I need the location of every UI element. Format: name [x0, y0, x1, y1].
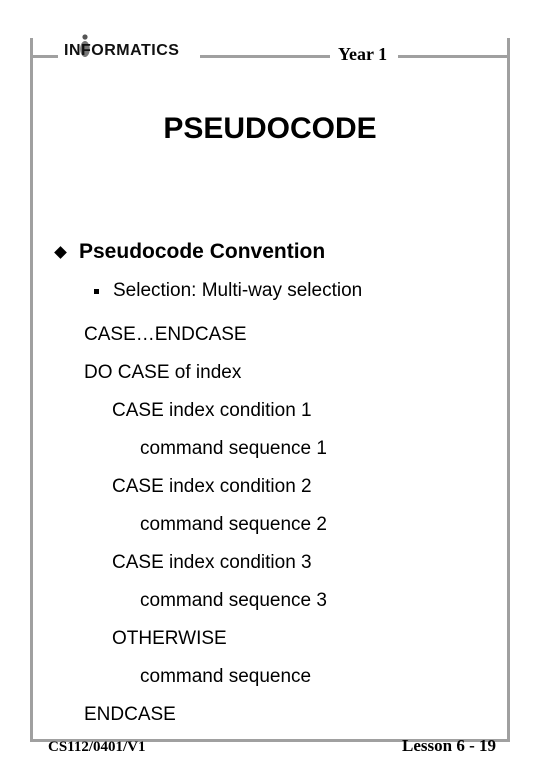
rule-segment — [200, 55, 330, 58]
brand-label: INFORMATICS — [64, 42, 179, 60]
code-line: OTHERWISE — [112, 620, 496, 658]
code-line: DO CASE of index — [84, 354, 496, 392]
code-line: command sequence 3 — [140, 582, 496, 620]
square-bullet-icon — [94, 289, 99, 294]
course-code: CS112/0401/V1 — [48, 739, 146, 756]
code-line: command sequence 1 — [140, 430, 496, 468]
section-heading: Pseudocode Convention — [79, 240, 325, 264]
year-label: Year 1 — [338, 44, 387, 65]
section-heading-row: Pseudocode Convention — [56, 240, 496, 264]
code-line: CASE index condition 1 — [112, 392, 496, 430]
code-line: CASE index condition 2 — [112, 468, 496, 506]
code-line: CASE…ENDCASE — [84, 316, 496, 354]
diamond-bullet-icon — [54, 246, 67, 259]
code-line: CASE index condition 3 — [112, 544, 496, 582]
code-line: command sequence — [140, 658, 496, 696]
code-line: ENDCASE — [84, 696, 496, 734]
lesson-number: Lesson 6 - 19 — [402, 736, 496, 756]
subsection-text: Selection: Multi-way selection — [113, 280, 362, 302]
pseudocode-block: CASE…ENDCASE DO CASE of index CASE index… — [84, 316, 496, 734]
slide-title: PSEUDOCODE — [0, 112, 540, 146]
rule-segment — [30, 55, 58, 58]
code-line: command sequence 2 — [140, 506, 496, 544]
rule-segment — [398, 55, 510, 58]
subsection-row: Selection: Multi-way selection — [94, 280, 496, 302]
slide-content: Pseudocode Convention Selection: Multi-w… — [56, 240, 496, 734]
